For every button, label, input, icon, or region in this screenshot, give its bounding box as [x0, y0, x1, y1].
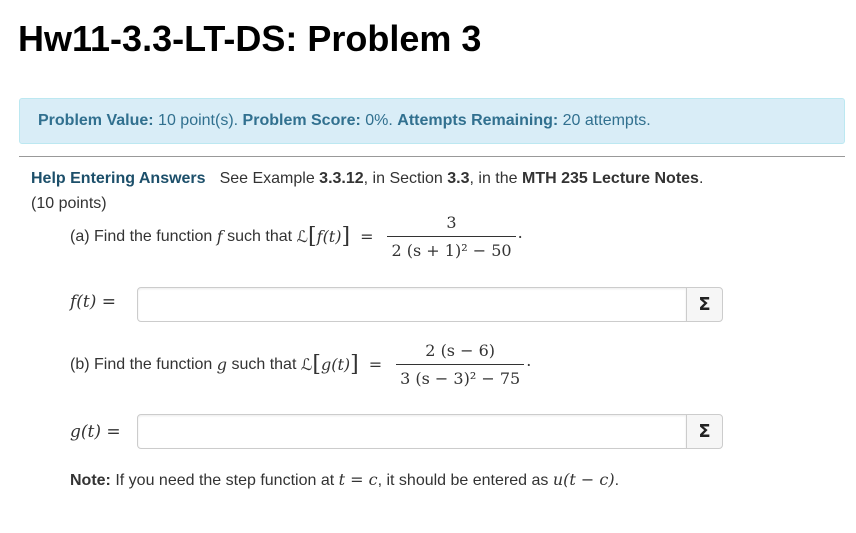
help-entering-answers-link[interactable]: Help Entering Answers: [31, 170, 206, 187]
part-b-denominator: 3 (s − 3)² − 75: [396, 364, 525, 388]
divider: [19, 156, 845, 157]
lecture-notes-ref: MTH 235 Lecture Notes: [522, 170, 699, 187]
step-function-note: Note: If you need the step function at t…: [70, 470, 620, 489]
part-a-denominator: 2 (s + 1)² − 50: [387, 236, 516, 260]
note-label: Note:: [70, 472, 111, 489]
note-condition: t = c: [338, 470, 378, 489]
attempts-remaining-label: Attempts Remaining:: [397, 112, 559, 129]
part-a-question: (a) Find the function f such that ℒ[f(t)…: [70, 213, 523, 260]
attempts-remaining: 20 attempts.: [562, 112, 651, 129]
part-a-answer-label: f(t) =: [70, 292, 117, 312]
laplace-symbol: ℒ: [296, 227, 309, 246]
part-a-var: f: [216, 227, 223, 246]
part-b-question: (b) Find the function g such that ℒ[g(t)…: [70, 341, 532, 388]
laplace-symbol: ℒ: [300, 355, 313, 374]
help-line: Help Entering Answers See Example 3.3.12,…: [31, 170, 704, 187]
problem-value-label: Problem Value:: [38, 112, 154, 129]
part-b-fraction: 2 (s − 6) 3 (s − 3)² − 75: [396, 341, 525, 388]
part-a-lhs: f(t): [316, 227, 342, 246]
part-b-var: g: [216, 355, 227, 374]
page-title: Hw11-3.3-LT-DS: Problem 3: [18, 18, 482, 59]
part-a-equation-editor-button[interactable]: Σ: [686, 287, 723, 322]
part-b-numerator: 2 (s − 6): [425, 341, 496, 360]
example-number: 3.3.12: [319, 170, 364, 187]
problem-score: 0%.: [365, 112, 393, 129]
part-a-answer-input[interactable]: [137, 287, 687, 322]
part-a-numerator: 3: [446, 213, 457, 232]
problem-score-label: Problem Score:: [242, 112, 361, 129]
part-b-answer-input[interactable]: [137, 414, 687, 449]
part-b-equation-editor-button[interactable]: Σ: [686, 414, 723, 449]
part-a-fraction: 3 2 (s + 1)² − 50: [387, 213, 516, 260]
part-b-answer-label: g(t) =: [70, 422, 121, 442]
problem-value: 10 point(s).: [158, 112, 239, 129]
problem-info-banner: Problem Value: 10 point(s). Problem Scor…: [19, 98, 845, 144]
note-expression: u(t − c): [552, 470, 615, 489]
section-number: 3.3: [447, 170, 470, 187]
part-b-lhs: g(t): [320, 355, 351, 374]
points-text: (10 points): [31, 195, 107, 212]
